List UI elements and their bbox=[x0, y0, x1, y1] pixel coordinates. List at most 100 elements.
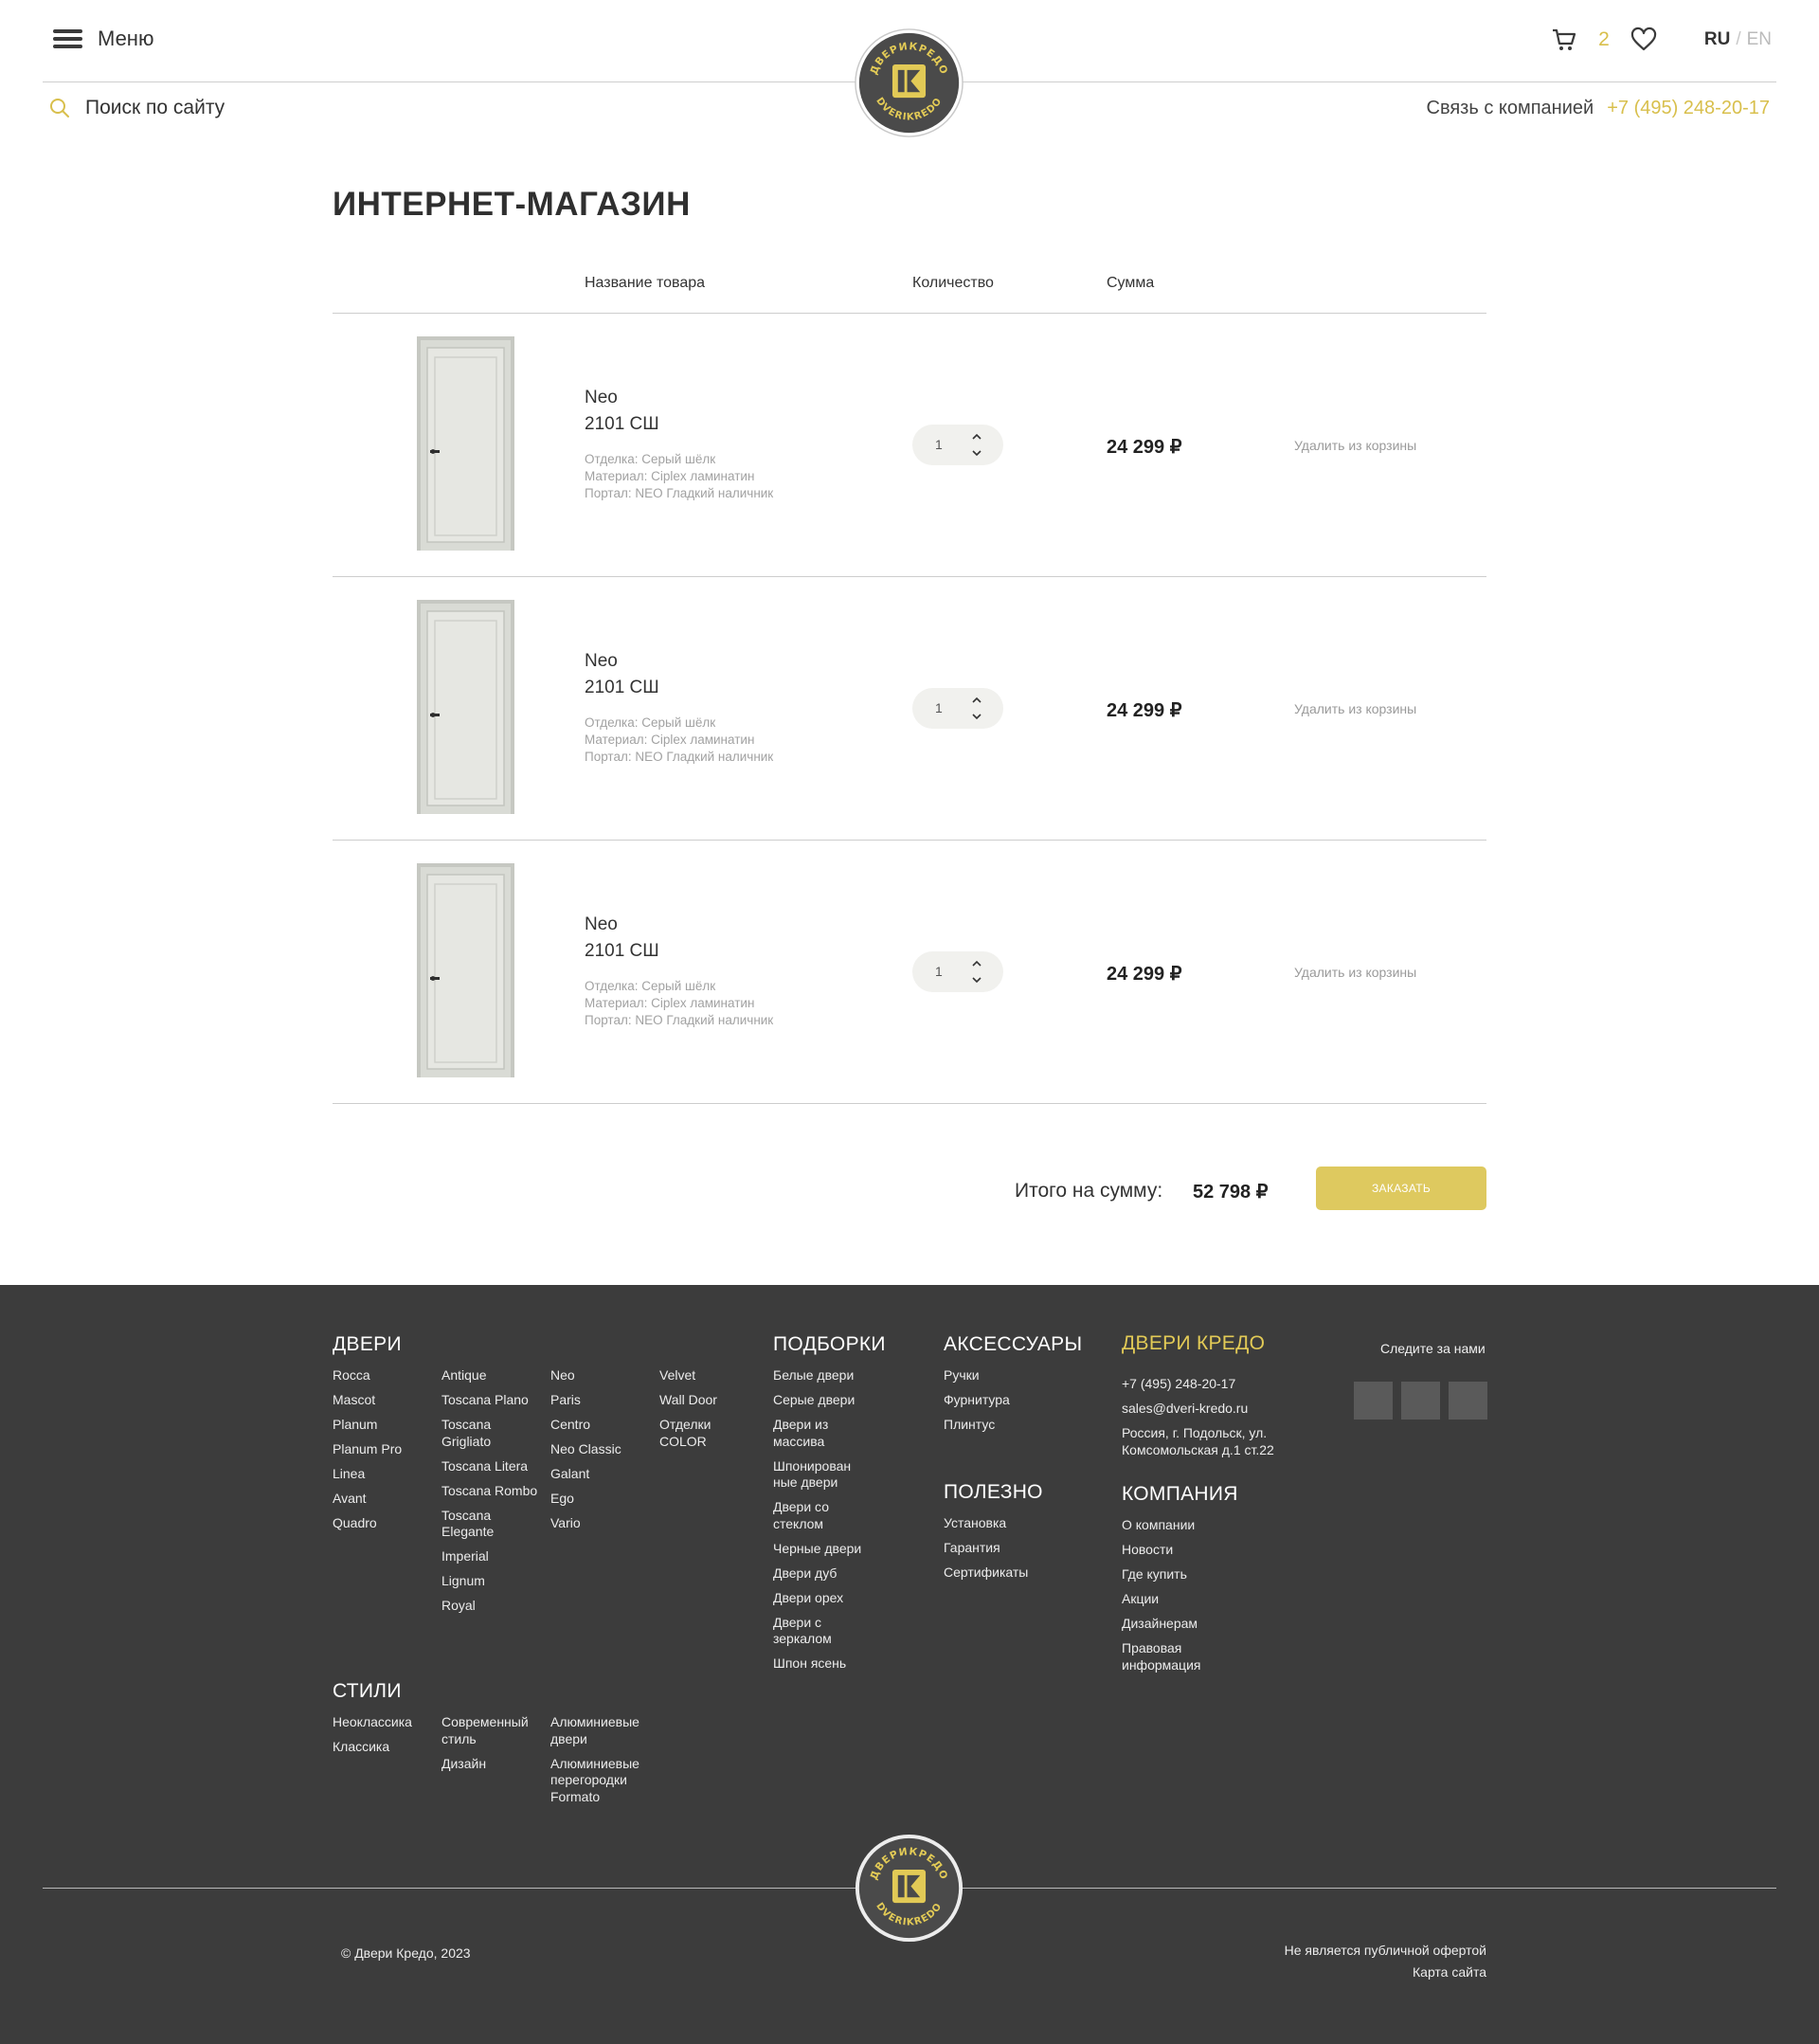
product-series[interactable]: Neo bbox=[585, 651, 618, 672]
footer-link[interactable]: Установка bbox=[944, 1515, 1086, 1532]
footer-link[interactable]: Mascot bbox=[333, 1392, 427, 1409]
footer-link[interactable]: Белые двери bbox=[773, 1367, 863, 1384]
lang-en[interactable]: EN bbox=[1747, 29, 1772, 49]
footer-brand-logo[interactable]: ДВЕРИКРЕДО DVERIKREDO bbox=[854, 1833, 964, 1944]
footer-link[interactable]: Гарантия bbox=[944, 1540, 1086, 1557]
favorites-heart-icon[interactable] bbox=[1630, 27, 1657, 53]
cart-icon[interactable] bbox=[1551, 27, 1577, 53]
footer-link[interactable]: Avant bbox=[333, 1491, 427, 1508]
footer-link[interactable]: Новости bbox=[1122, 1542, 1216, 1559]
footer-link[interactable]: Акции bbox=[1122, 1591, 1216, 1608]
footer-link[interactable]: Двери с зеркалом bbox=[773, 1615, 863, 1648]
quantity-value[interactable]: 1 bbox=[935, 700, 943, 715]
footer-link[interactable]: Toscana Rombo bbox=[441, 1483, 541, 1500]
sitemap-link[interactable]: Карта сайта bbox=[1285, 1962, 1486, 1983]
product-model[interactable]: 2101 СШ bbox=[585, 941, 659, 962]
search-input[interactable] bbox=[85, 97, 369, 119]
footer-link[interactable]: Imperial bbox=[441, 1548, 541, 1565]
footer-phone-link[interactable]: +7 (495) 248-20-17 bbox=[1122, 1376, 1321, 1393]
cart-count-badge[interactable]: 2 bbox=[1598, 28, 1610, 51]
footer-link[interactable]: Классика bbox=[333, 1739, 427, 1756]
footer-email-link[interactable]: sales@dveri-kredo.ru bbox=[1122, 1401, 1321, 1418]
footer-company-title[interactable]: КОМПАНИЯ bbox=[1122, 1483, 1238, 1506]
social-link-3-icon[interactable] bbox=[1449, 1382, 1487, 1420]
footer-link[interactable]: Planum bbox=[333, 1417, 427, 1434]
footer-link[interactable]: Современный стиль bbox=[441, 1714, 536, 1747]
footer-link[interactable]: Шпон ясень bbox=[773, 1655, 863, 1673]
social-link-2-icon[interactable] bbox=[1401, 1382, 1440, 1420]
footer-link[interactable]: Royal bbox=[441, 1598, 541, 1615]
public-offer-note-link[interactable]: Не является публичной офертой bbox=[1285, 1940, 1486, 1962]
search-icon[interactable] bbox=[49, 98, 70, 118]
door-product-image[interactable] bbox=[417, 600, 514, 814]
chevron-up-icon[interactable] bbox=[969, 431, 984, 443]
footer-link[interactable]: Toscana Grigliato bbox=[441, 1417, 541, 1450]
footer-styles-title[interactable]: СТИЛИ bbox=[333, 1680, 402, 1703]
footer-link[interactable]: Toscana Elegante bbox=[441, 1508, 541, 1541]
footer-doors-title[interactable]: ДВЕРИ bbox=[333, 1333, 402, 1356]
footer-link[interactable]: Lignum bbox=[441, 1573, 541, 1590]
chevron-down-icon[interactable] bbox=[969, 711, 984, 722]
footer-link[interactable]: Paris bbox=[550, 1392, 645, 1409]
quantity-stepper[interactable]: 1 bbox=[912, 951, 1003, 992]
footer-link[interactable]: Двери со стеклом bbox=[773, 1499, 863, 1532]
footer-link[interactable]: Galant bbox=[550, 1466, 645, 1483]
remove-from-cart-link[interactable]: Удалить из корзины bbox=[1294, 965, 1416, 980]
footer-link[interactable]: Двери дуб bbox=[773, 1565, 863, 1583]
footer-link[interactable]: Неоклассика bbox=[333, 1714, 427, 1731]
footer-link[interactable]: Quadro bbox=[333, 1515, 427, 1532]
footer-link[interactable]: Neo bbox=[550, 1367, 645, 1384]
quantity-stepper[interactable]: 1 bbox=[912, 425, 1003, 465]
footer-link[interactable]: Rocca bbox=[333, 1367, 427, 1384]
footer-link[interactable]: О компании bbox=[1122, 1517, 1216, 1534]
footer-link[interactable]: Плинтус bbox=[944, 1417, 1086, 1434]
footer-link[interactable]: Neo Classic bbox=[550, 1441, 645, 1458]
footer-link[interactable]: Planum Pro bbox=[333, 1441, 427, 1458]
footer-link[interactable]: Алюминиевые перегородки Formato bbox=[550, 1756, 645, 1806]
footer-link[interactable]: Toscana Plano bbox=[441, 1392, 541, 1409]
product-model[interactable]: 2101 СШ bbox=[585, 678, 659, 698]
footer-link[interactable]: Дизайн bbox=[441, 1756, 536, 1773]
footer-useful-title[interactable]: ПОЛЕЗНО bbox=[944, 1481, 1043, 1504]
product-series[interactable]: Neo bbox=[585, 388, 618, 408]
footer-link[interactable]: Vario bbox=[550, 1515, 645, 1532]
order-button[interactable]: ЗАКАЗАТЬ bbox=[1316, 1167, 1486, 1210]
footer-selections-title[interactable]: ПОДБОРКИ bbox=[773, 1333, 886, 1356]
footer-link[interactable]: Wall Door bbox=[659, 1392, 735, 1409]
footer-link[interactable]: Двери из массива bbox=[773, 1417, 863, 1450]
footer-link[interactable]: Правовая информация bbox=[1122, 1640, 1216, 1673]
menu-button[interactable]: Меню bbox=[53, 27, 153, 51]
door-product-image[interactable] bbox=[417, 336, 514, 551]
lang-ru[interactable]: RU bbox=[1704, 29, 1730, 49]
chevron-up-icon[interactable] bbox=[969, 695, 984, 706]
quantity-value[interactable]: 1 bbox=[935, 437, 943, 452]
footer-link[interactable]: Ручки bbox=[944, 1367, 1086, 1384]
footer-accessories-title[interactable]: АКСЕССУАРЫ bbox=[944, 1333, 1082, 1356]
footer-link[interactable]: Фурнитура bbox=[944, 1392, 1086, 1409]
footer-link[interactable]: Серые двери bbox=[773, 1392, 863, 1409]
product-series[interactable]: Neo bbox=[585, 914, 618, 935]
quantity-stepper[interactable]: 1 bbox=[912, 688, 1003, 729]
social-link-1-icon[interactable] bbox=[1354, 1382, 1393, 1420]
remove-from-cart-link[interactable]: Удалить из корзины bbox=[1294, 701, 1416, 716]
footer-link[interactable]: Дизайнерам bbox=[1122, 1616, 1216, 1633]
chevron-down-icon[interactable] bbox=[969, 447, 984, 459]
footer-link[interactable]: Antique bbox=[441, 1367, 541, 1384]
product-model[interactable]: 2101 СШ bbox=[585, 414, 659, 435]
footer-link[interactable]: Centro bbox=[550, 1417, 645, 1434]
chevron-down-icon[interactable] bbox=[969, 974, 984, 986]
quantity-value[interactable]: 1 bbox=[935, 964, 943, 979]
footer-link[interactable]: Алюминиевые двери bbox=[550, 1714, 645, 1747]
footer-link[interactable]: Где купить bbox=[1122, 1566, 1216, 1583]
remove-from-cart-link[interactable]: Удалить из корзины bbox=[1294, 438, 1416, 453]
header-phone-link[interactable]: +7 (495) 248-20-17 bbox=[1607, 98, 1770, 118]
footer-link[interactable]: Toscana Litera bbox=[441, 1458, 541, 1475]
footer-link[interactable]: Двери орех bbox=[773, 1590, 863, 1607]
footer-link[interactable]: Сертификаты bbox=[944, 1565, 1086, 1582]
footer-link[interactable]: Черные двери bbox=[773, 1541, 863, 1558]
chevron-up-icon[interactable] bbox=[969, 958, 984, 969]
footer-link[interactable]: Ego bbox=[550, 1491, 645, 1508]
footer-link[interactable]: Шпонирован ные двери bbox=[773, 1458, 863, 1492]
door-product-image[interactable] bbox=[417, 863, 514, 1077]
footer-link[interactable]: Отделки COLOR bbox=[659, 1417, 735, 1450]
